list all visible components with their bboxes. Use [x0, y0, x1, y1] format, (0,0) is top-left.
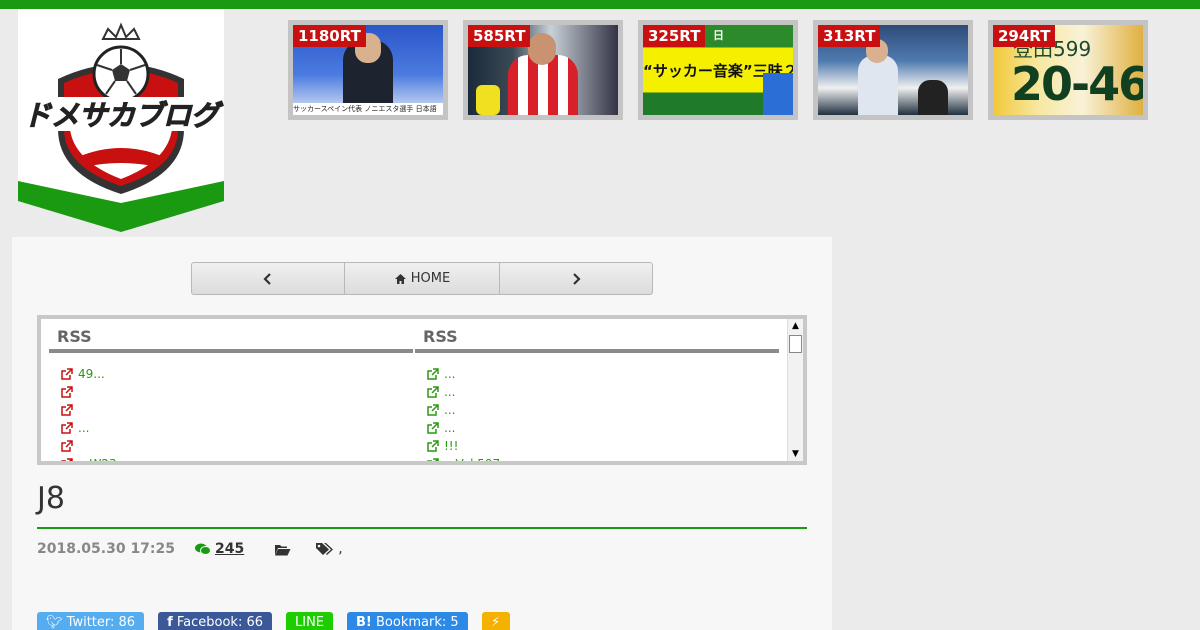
- logo-subtext: domesoccer blog: [82, 132, 159, 142]
- tags-separator: ,: [338, 541, 343, 557]
- home-button[interactable]: HOME: [345, 263, 500, 294]
- rss-item-link[interactable]: [61, 401, 413, 419]
- chevron-right-icon: [573, 272, 581, 285]
- external-link-icon: [427, 368, 439, 380]
- rss-column-left: RSS 49...... ...W23: [49, 319, 413, 465]
- facebook-share-label: Facebook: 66: [176, 615, 263, 630]
- rt-badge: 585RT: [468, 25, 531, 47]
- rss-heading: RSS: [49, 319, 413, 353]
- facebook-icon: f: [167, 615, 173, 630]
- article-meta: 2018.05.30 17:25 245 ,: [37, 541, 343, 557]
- thumb-caption-top: 日: [713, 29, 724, 42]
- folder-open-icon: [275, 544, 291, 555]
- rss-item-link[interactable]: ...W23: [61, 455, 413, 465]
- logo-text: ドメサカブログ: [23, 99, 224, 132]
- rt-badge: 1180RT: [293, 25, 366, 47]
- external-link-icon: [427, 422, 439, 434]
- rss-item-link[interactable]: 49...: [61, 365, 413, 383]
- scroll-thumb[interactable]: [789, 335, 802, 353]
- rt-badge: 313RT: [818, 25, 881, 47]
- popular-article-2[interactable]: 585RT: [463, 20, 623, 120]
- rss-item-link[interactable]: ...: [427, 383, 779, 401]
- external-link-icon: [61, 404, 73, 416]
- rss-item-title: ...: [444, 403, 456, 417]
- article-nav: HOME: [191, 262, 653, 295]
- popular-article-5[interactable]: 登田599 20-46 294RT: [988, 20, 1148, 120]
- next-article-button[interactable]: [500, 263, 652, 294]
- rss-column-right: RSS ............!!! ...Vol.597: [415, 319, 779, 465]
- pocket-share-button[interactable]: ⚡︎: [481, 612, 510, 630]
- tags-icon: [316, 543, 334, 555]
- thumb-caption: サッカースペイン代表 ノニエスタ選手 日本語: [293, 103, 443, 115]
- prev-article-button[interactable]: [192, 263, 346, 294]
- rss-item-link[interactable]: ...: [61, 419, 413, 437]
- title-divider: [37, 527, 807, 529]
- line-share-label: LINE: [295, 615, 325, 630]
- rss-item-link[interactable]: !!!: [427, 437, 779, 455]
- rt-badge: 325RT: [643, 25, 706, 47]
- chevron-left-icon: [263, 272, 271, 285]
- rss-item-title: ...W23: [78, 457, 117, 465]
- scroll-up-arrow[interactable]: ▲: [788, 319, 803, 333]
- rss-item-link[interactable]: ...: [427, 365, 779, 383]
- comment-count-link[interactable]: 245: [215, 541, 244, 557]
- rss-item-title: ...: [444, 421, 456, 435]
- twitter-share-label: Twitter: 86: [66, 615, 136, 630]
- external-link-icon: [61, 386, 73, 398]
- external-link-icon: [427, 404, 439, 416]
- pocket-icon: ⚡︎: [491, 615, 501, 630]
- article-title: J8: [37, 481, 65, 516]
- external-link-icon: [61, 440, 73, 452]
- external-link-icon: [427, 458, 439, 461]
- popular-article-3[interactable]: “サッカー音楽”三昧２ 日 325RT: [638, 20, 798, 120]
- home-label: HOME: [410, 271, 451, 286]
- rss-item-title: !!!: [444, 439, 459, 453]
- rss-item-link[interactable]: ...: [427, 401, 779, 419]
- share-buttons: 🐦︎ Twitter: 86 f Facebook: 66 LINE B! Bo…: [37, 612, 524, 630]
- article-panel: HOME RSS 49...... ...W23 RSS ............…: [12, 237, 832, 630]
- rss-item-link[interactable]: [61, 437, 413, 455]
- scroll-down-arrow[interactable]: ▼: [788, 447, 803, 461]
- hatena-icon: B!: [356, 615, 372, 630]
- rss-scrollbar[interactable]: ▲ ▼: [787, 319, 803, 461]
- top-accent-bar: [0, 0, 1200, 9]
- comments-icon: [195, 543, 212, 555]
- external-link-icon: [427, 386, 439, 398]
- site-logo[interactable]: ドメサカブログ domesoccer blog: [18, 9, 224, 233]
- popular-article-4[interactable]: 313RT: [813, 20, 973, 120]
- rss-item-link[interactable]: ...Vol.597: [427, 455, 779, 465]
- rss-item-link[interactable]: ...: [427, 419, 779, 437]
- twitter-share-button[interactable]: 🐦︎ Twitter: 86: [37, 612, 145, 630]
- rss-item-title: 49...: [78, 367, 105, 381]
- rss-item-title: ...: [444, 367, 456, 381]
- rt-badge: 294RT: [993, 25, 1056, 47]
- external-link-icon: [61, 458, 73, 461]
- rss-item-link[interactable]: [61, 383, 413, 401]
- external-link-icon: [61, 368, 73, 380]
- home-icon: [394, 273, 406, 284]
- thumb-caption-big: 20-46: [1011, 57, 1143, 111]
- external-link-icon: [61, 422, 73, 434]
- line-share-button[interactable]: LINE: [286, 612, 334, 630]
- facebook-share-button[interactable]: f Facebook: 66: [158, 612, 272, 630]
- hatena-share-label: Bookmark: 5: [376, 615, 459, 630]
- rss-feed-box[interactable]: RSS 49...... ...W23 RSS ............!!!..…: [37, 315, 807, 465]
- rss-heading: RSS: [415, 319, 779, 353]
- twitter-icon: 🐦︎: [46, 615, 63, 630]
- rss-item-title: ...: [444, 385, 456, 399]
- post-date: 2018.05.30 17:25: [37, 541, 176, 557]
- rss-item-title: ...: [78, 421, 90, 435]
- popular-article-1[interactable]: サッカースペイン代表 ノニエスタ選手 日本語 1180RT: [288, 20, 448, 120]
- rss-item-title: ...Vol.597: [444, 457, 501, 465]
- external-link-icon: [427, 440, 439, 452]
- hatena-bookmark-button[interactable]: B! Bookmark: 5: [347, 612, 468, 630]
